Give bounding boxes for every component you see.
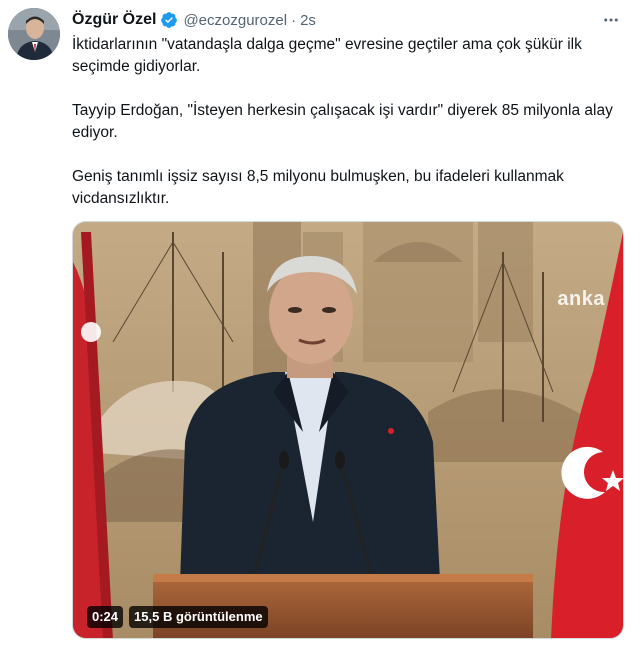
video-meta: 0:24 15,5 B görüntülenme <box>87 606 268 628</box>
video-player[interactable]: anka 0:24 15,5 B görüntülenme <box>72 221 624 639</box>
tweet-paragraph: İktidarlarının "vatandaşla dalga geçme" … <box>72 36 582 75</box>
video-duration: 0:24 <box>87 606 124 628</box>
tweet-header: Özgür Özel @eczozgurozel · 2s <box>72 9 628 31</box>
video-watermark: anka <box>557 288 605 310</box>
verified-badge-icon <box>160 11 178 29</box>
avatar[interactable] <box>8 8 60 60</box>
separator-dot: · <box>291 11 297 29</box>
tweet-paragraph: Geniş tanımlı işsiz sayısı 8,5 milyonu b… <box>72 168 564 207</box>
author-handle[interactable]: @eczozgurozel <box>183 12 287 29</box>
video-frame <box>73 222 623 638</box>
tweet-paragraph: Tayyip Erdoğan, "İsteyen herkesin çalışa… <box>72 102 613 141</box>
tweet-text: İktidarlarının "vatandaşla dalga geçme" … <box>72 34 624 210</box>
tweet[interactable]: Özgür Özel @eczozgurozel · 2s İktidarlar… <box>0 0 640 648</box>
more-icon[interactable] <box>600 9 622 31</box>
author-name[interactable]: Özgür Özel <box>72 11 156 29</box>
tweet-timestamp[interactable]: 2s <box>300 12 316 29</box>
view-count: 15,5 B görüntülenme <box>129 606 268 628</box>
